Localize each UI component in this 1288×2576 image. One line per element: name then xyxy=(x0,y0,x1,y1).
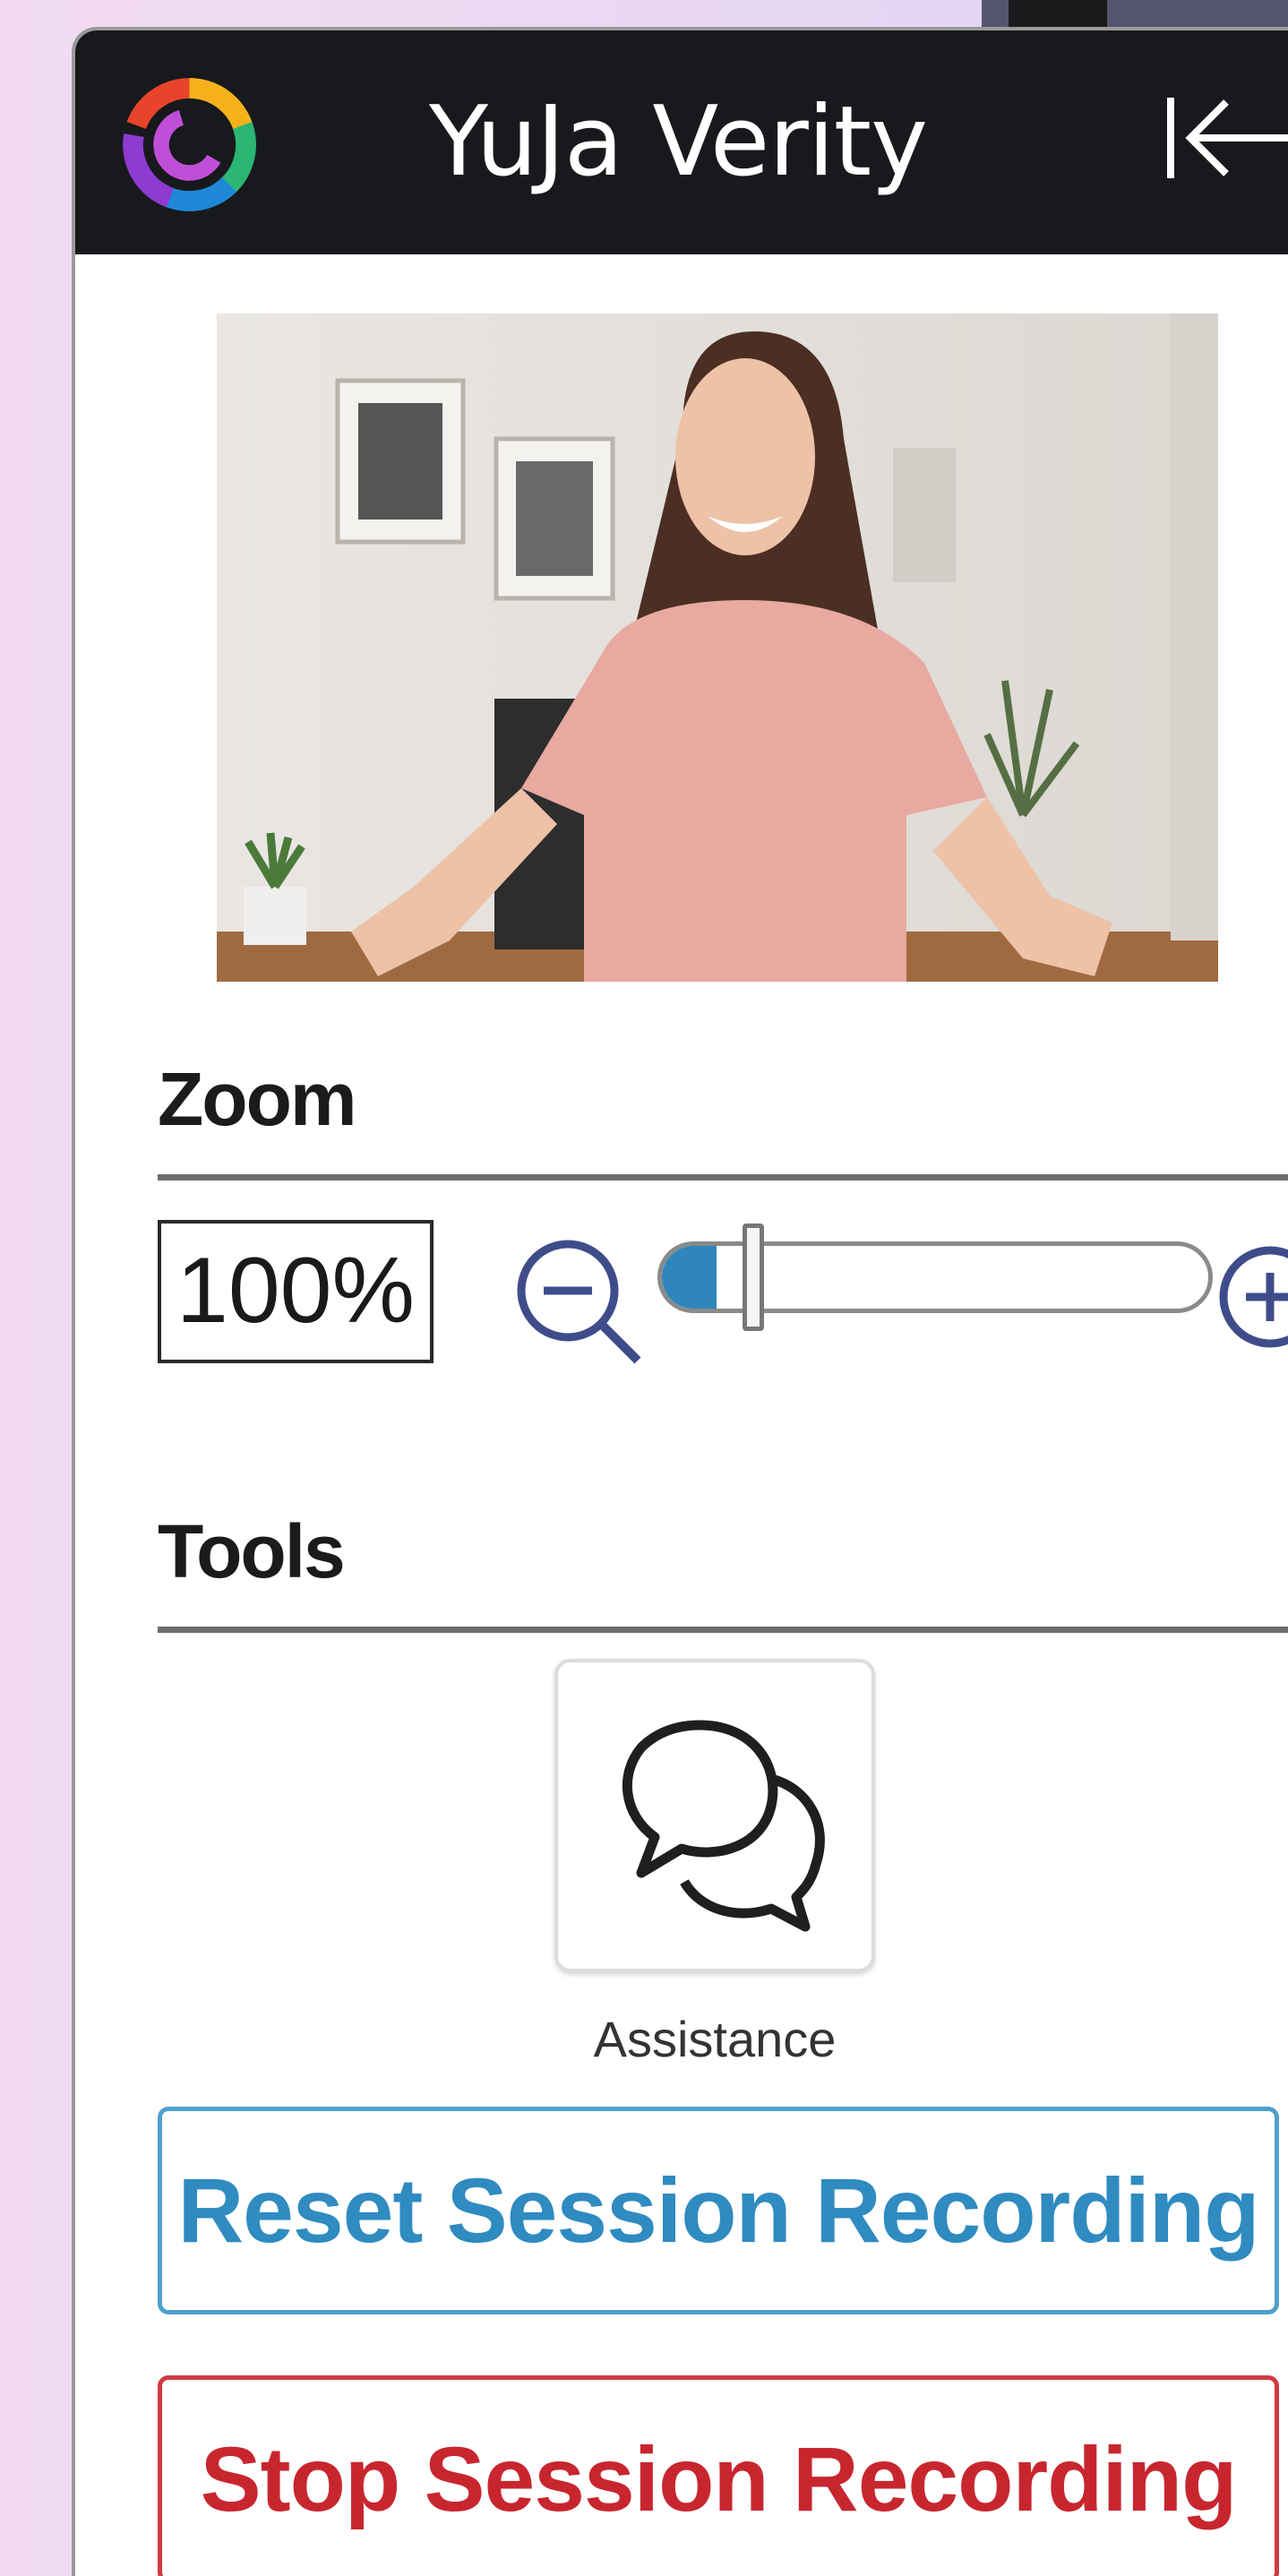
zoom-slider-thumb[interactable] xyxy=(743,1224,764,1331)
chat-bubbles-icon xyxy=(622,1720,825,1932)
reset-session-recording-button[interactable]: Reset Session Recording xyxy=(158,2107,1279,2314)
zoom-slider[interactable] xyxy=(657,1241,1213,1313)
zoom-out-icon[interactable] xyxy=(512,1235,647,1370)
tools-heading: Tools xyxy=(158,1509,346,1593)
collapse-panel-icon[interactable] xyxy=(1163,80,1288,196)
zoom-divider xyxy=(158,1174,1288,1181)
stop-session-recording-button[interactable]: Stop Session Recording xyxy=(158,2375,1279,2576)
background-window-strip xyxy=(982,0,1288,27)
webcam-preview xyxy=(217,313,1218,982)
zoom-heading: Zoom xyxy=(158,1057,357,1141)
app-title: YuJa Verity xyxy=(429,86,928,198)
zoom-slider-fill xyxy=(662,1246,717,1309)
assistance-label: Assistance xyxy=(593,2011,837,2067)
tools-divider xyxy=(158,1627,1288,1633)
yuja-logo-icon xyxy=(123,78,256,211)
zoom-in-icon[interactable] xyxy=(1215,1241,1288,1376)
verity-panel: YuJa Verity Zoom 100% Tools Assistance R… xyxy=(72,27,1288,2576)
assistance-button[interactable] xyxy=(554,1659,875,1972)
zoom-level-value: 100% xyxy=(158,1220,434,1363)
title-bar: YuJa Verity xyxy=(75,30,1288,254)
